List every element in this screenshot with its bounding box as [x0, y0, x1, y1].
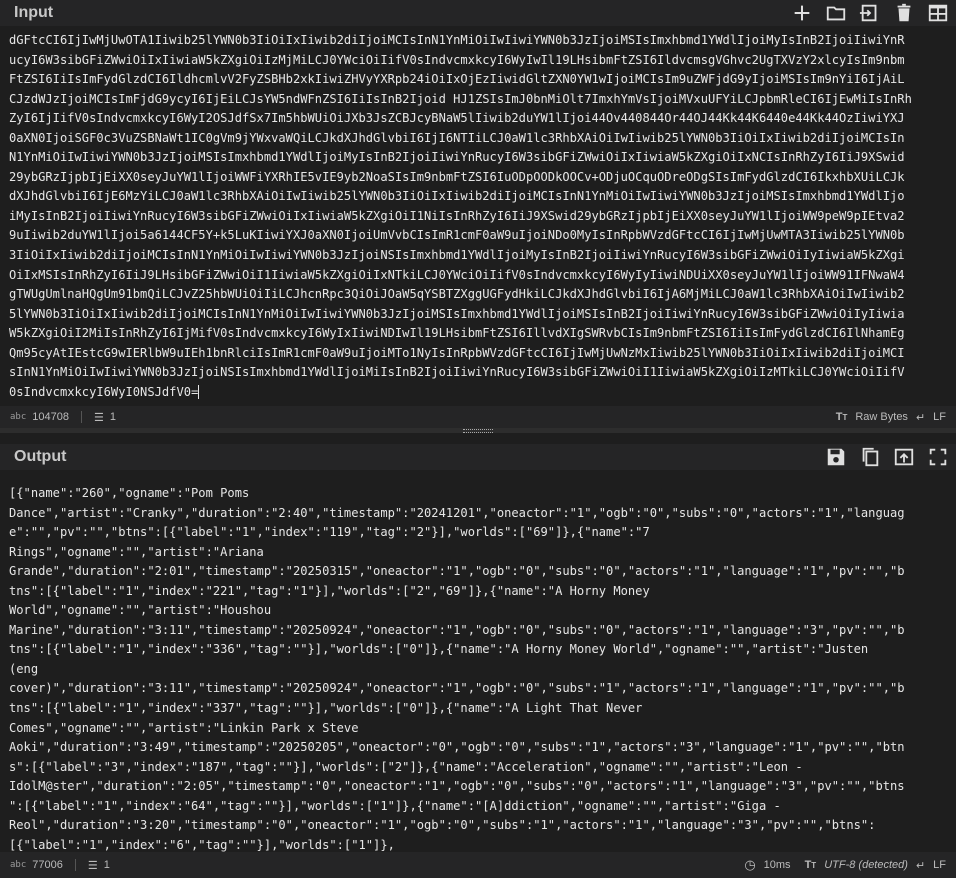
maximize-icon [929, 448, 947, 466]
output-line: Marine","duration":"3:11","timestamp":"2… [9, 622, 905, 637]
input-line: dXJhdGlvbiI6IjE6MzYiLCJ0aW1lc3RhbXAiOiIw… [9, 189, 905, 204]
clock-icon: ◷ [744, 857, 756, 872]
input-line: 9uIiwib2duYW1lIjoi5a6144CF5Y+k5LuKIiwiYX… [9, 228, 905, 243]
output-line: Aoki","duration":"3:49","timestamp":"202… [9, 740, 905, 755]
text-format-icon: TT [804, 859, 817, 871]
output-toolbar [822, 445, 952, 469]
save-output-button[interactable] [822, 445, 850, 469]
output-line: tns":[{"label":"1","index":"337","tag":"… [9, 701, 643, 716]
output-status-bar: abc 77006 ☰ 1 ◷ 10ms TT UTF-8 (detected)… [0, 852, 956, 878]
input-line: 0aXN0IjoiSGF0c3VuZSBNaWt1IC0gVm9jYWxvaWQ… [9, 130, 905, 145]
output-eol-selector[interactable]: LF [933, 859, 946, 871]
replace-input-button[interactable] [890, 445, 918, 469]
return-arrow-icon: ↵ [915, 859, 926, 872]
output-line: s":[{"label":"3","index":"187","tag":""}… [9, 759, 803, 774]
output-pane-header: Output [0, 444, 956, 470]
return-arrow-icon: ↵ [915, 411, 926, 424]
output-line: tns":[{"label":"1","index":"336","tag":"… [9, 642, 869, 657]
input-line: Qm95cyAtIEstcG9wIERlbW9uIEh1bnRlciIsImR1… [9, 345, 905, 360]
text-cursor [198, 384, 200, 399]
input-line: N1YnMiOiIwIiwiYWN0b3JzIjoiMSIsImxhbmd1YW… [9, 150, 905, 165]
output-line-count: 1 [103, 859, 110, 871]
input-line-count: 1 [109, 411, 116, 423]
input-pane-header: Input [0, 0, 956, 26]
input-line: W5kZXgiOiI2MiIsInRhZyI6IjMifV0sIndvcmxkc… [9, 326, 905, 341]
clear-input-button[interactable] [890, 1, 918, 25]
line-count-icon: ☰ [93, 411, 104, 424]
input-toolbar [788, 1, 952, 25]
input-line: ZyI6IjIifV0sIndvcmxkcyI6WyI2OSJdfSx7Im5h… [9, 111, 905, 126]
input-status-bar: abc 104708 ☰ 1 TT Raw Bytes ↵ LF [0, 406, 956, 428]
length-icon: abc [10, 412, 27, 422]
reset-layout-button[interactable] [924, 1, 952, 25]
layout-icon [928, 4, 948, 22]
output-format-selector[interactable]: UTF-8 (detected) [824, 859, 908, 871]
input-line: 0sIndvcmxkcyI6WyI0NSJdfV0= [9, 384, 200, 399]
text-format-icon: TT [835, 411, 848, 423]
input-line: iMyIsInB2IjoiIiwiYnRucyI6W3sibGFiZWwiOiI… [9, 208, 905, 223]
output-title: Output [14, 448, 67, 465]
input-length: 104708 [32, 411, 69, 423]
output-line: IdolM@ster","duration":"2:05","timestamp… [9, 779, 905, 794]
open-file-button[interactable] [856, 1, 884, 25]
save-icon [827, 448, 845, 466]
input-line: 5lYWN0b3IiOiIxIiwib2diIjoiMCIsInN1YnMiOi… [9, 306, 905, 321]
import-icon [859, 4, 877, 22]
output-line: Comes","ogname":"","artist":"Linkin Park… [9, 720, 359, 735]
output-line: Reol","duration":"3:20","timestamp":"0",… [9, 818, 876, 833]
bake-time: 10ms [763, 859, 791, 871]
output-line: [{"label":"1","index":"6","tag":""}],"wo… [9, 837, 395, 852]
input-eol-selector[interactable]: LF [933, 411, 946, 423]
copy-icon [862, 447, 879, 467]
input-line: ucyI6W3sibGFiZWwiOiIxIiwiaW5kZXgiOiIzMjM… [9, 52, 905, 67]
output-line: Rings","ogname":"","artist":"Ariana [9, 544, 264, 559]
input-format-selector[interactable]: Raw Bytes [855, 411, 908, 423]
copy-output-button[interactable] [856, 445, 884, 469]
output-line: cover)","duration":"3:11","timestamp":"2… [9, 681, 905, 696]
output-length: 77006 [32, 859, 63, 871]
add-input-button[interactable] [788, 1, 816, 25]
line-count-icon: ☰ [87, 859, 98, 872]
output-line: tns":[{"label":"1","index":"221","tag":"… [9, 583, 650, 598]
output-line: e":"","pv":"","btns":[{"label":"1","inde… [9, 525, 650, 540]
output-line: [{"name":"260","ogname":"Pom Poms [9, 486, 250, 500]
add-icon [794, 5, 810, 21]
input-textarea[interactable]: dGFtcCI6IjIwMjUwOTA1Iiwib25lYWN0b3IiOiIx… [0, 27, 956, 405]
output-textarea[interactable]: [{"name":"260","ogname":"Pom Poms Dance",… [0, 471, 956, 852]
input-line: gTWUgUmlnaHQgUm91bmQiLCJvZ25hbWUiOiIiLCJ… [9, 287, 905, 302]
output-line: World","ogname":"","artist":"Houshou [9, 603, 272, 618]
output-line: (eng [9, 661, 39, 676]
output-line: ":[{"label":"1","index":"64","tag":""}],… [9, 798, 781, 813]
open-folder-button[interactable] [822, 1, 850, 25]
replace-input-icon [894, 448, 914, 466]
maximize-output-button[interactable] [924, 445, 952, 469]
folder-icon [826, 6, 846, 21]
trash-icon [897, 3, 911, 22]
input-title: Input [14, 4, 54, 21]
input-line: 29ybGRzIjpbIjEiXX0seyJuYW1lIjoiWWFiYXRhI… [9, 169, 905, 184]
length-icon: abc [10, 860, 27, 870]
input-line: OiIxMSIsInRhZyI6IiJ9LHsibGFiZWwiOiI1Iiwi… [9, 267, 905, 282]
input-line: CJzdWJzIjoiMCIsImFjdG9ycyI6IjEiLCJsYW5nd… [9, 91, 912, 106]
input-line: sInN1YnMiOiIwIiwiYWN0b3JzIjoiNSIsImxhbmd… [9, 365, 905, 380]
input-line: FtZSI6IiIsImFydGlzdCI6IldhcmlvV2FyZSBHb2… [9, 72, 905, 87]
input-line: dGFtcCI6IjIwMjUwOTA1Iiwib25lYWN0b3IiOiIx… [9, 33, 905, 47]
output-line: Dance","artist":"Cranky","duration":"2:4… [9, 505, 905, 520]
input-line: 3IiOiIxIiwib2diIjoiMCIsInN1YnMiOiIwIiwiY… [9, 248, 905, 263]
pane-resize-handle[interactable] [0, 428, 956, 433]
output-line: Grande","duration":"2:01","timestamp":"2… [9, 564, 905, 579]
